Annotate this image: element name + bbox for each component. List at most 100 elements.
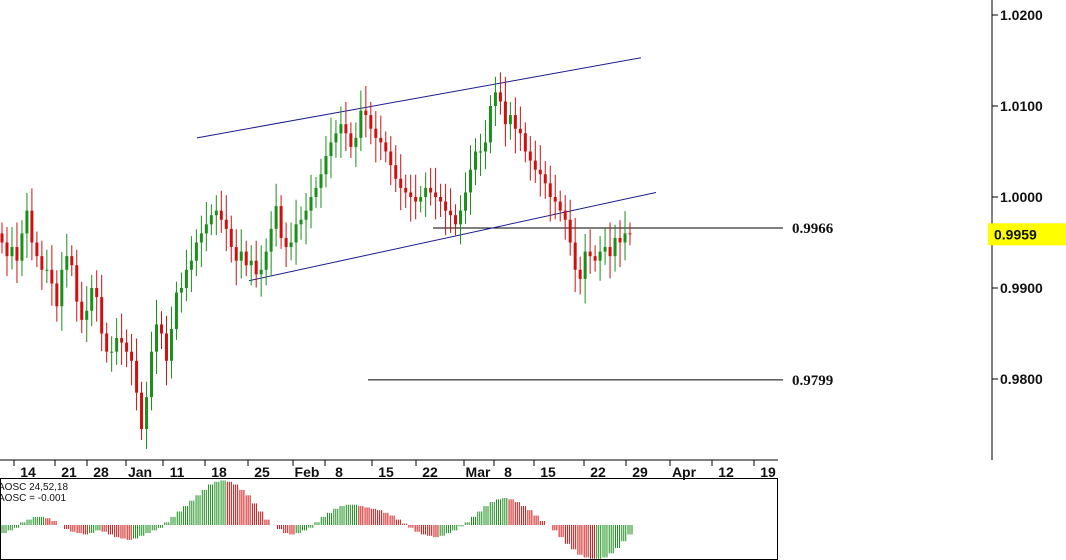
candle-body <box>5 242 9 257</box>
candle-body <box>164 333 168 361</box>
candle-body <box>314 187 318 197</box>
date-tick-label: Apr <box>672 464 697 480</box>
candle-body <box>324 156 328 175</box>
level-label: 0.9799 <box>792 373 833 389</box>
candle-body <box>30 210 34 243</box>
date-tick-label: 29 <box>632 464 648 480</box>
candle-body <box>169 328 173 361</box>
candle-body <box>309 197 313 211</box>
candle-body <box>593 256 597 261</box>
candle-body <box>473 151 477 170</box>
candle-body <box>603 247 607 252</box>
candle-body <box>229 228 233 248</box>
candle-body <box>254 260 258 275</box>
candle-body <box>394 165 398 179</box>
candle-body <box>469 169 473 193</box>
price-tick-label: 0.9800 <box>1000 371 1043 387</box>
candle-body <box>204 224 208 234</box>
candle-body <box>439 197 443 202</box>
candle-body <box>483 142 487 152</box>
candle-body <box>498 92 502 102</box>
candle-body <box>304 210 308 220</box>
candle-body <box>25 210 29 234</box>
candle-body <box>598 251 602 261</box>
candle-body <box>174 292 178 329</box>
candle-body <box>518 128 522 134</box>
oscillator-bars <box>1 480 633 559</box>
candle-body <box>583 251 587 279</box>
candle-body <box>214 210 218 216</box>
date-tick-label: Feb <box>295 464 320 480</box>
candle-body <box>239 251 243 261</box>
candle-body <box>299 219 303 225</box>
channel-upper-line <box>196 57 642 139</box>
candle-body <box>628 233 632 235</box>
date-tick-label: 15 <box>540 464 556 480</box>
candle-body <box>444 201 448 211</box>
candle-body <box>140 392 144 430</box>
candle-body <box>15 247 19 261</box>
date-tick-label: 8 <box>335 464 343 480</box>
oscillator-panel <box>0 478 778 560</box>
candle-body <box>194 242 198 261</box>
candle-body <box>558 201 562 211</box>
date-tick-label: 15 <box>378 464 394 480</box>
price-tick-label: 1.0200 <box>1000 7 1043 23</box>
candle-body <box>55 283 59 307</box>
candle-body <box>578 269 582 279</box>
date-tick-label: 28 <box>93 464 109 480</box>
candle-body <box>189 260 193 270</box>
candle-body <box>45 269 49 271</box>
candle-body <box>329 142 333 157</box>
candle-body <box>588 251 592 257</box>
candle-body <box>264 251 268 270</box>
candle-body <box>90 288 94 311</box>
candle-body <box>359 110 363 138</box>
price-tick-label: 0.9900 <box>1000 280 1043 296</box>
candle-body <box>259 269 263 275</box>
candle-body <box>513 115 517 129</box>
candle-body <box>294 224 298 243</box>
candle-body <box>224 219 228 229</box>
candle-body <box>538 169 542 175</box>
candle-body <box>159 324 163 334</box>
date-tick-label: Mar <box>466 464 491 480</box>
date-tick-label: 19 <box>760 464 776 480</box>
candle-body <box>130 351 134 361</box>
date-tick-label: 8 <box>504 464 512 480</box>
candle-body <box>60 269 64 307</box>
date-tick-label: 11 <box>170 464 185 480</box>
candle-body <box>334 133 338 143</box>
candle-body <box>244 251 248 266</box>
candle-body <box>459 210 463 225</box>
date-tick-label: 22 <box>590 464 606 480</box>
candle-body <box>249 260 253 266</box>
candle-body <box>110 351 114 353</box>
date-tick-label: Jan <box>128 464 152 480</box>
date-tick-label: 21 <box>61 464 77 480</box>
candle-body <box>0 233 4 243</box>
candle-body <box>374 128 378 138</box>
candle-body <box>219 210 223 220</box>
candle-body <box>429 187 433 193</box>
date-tick-label: 22 <box>422 464 438 480</box>
candle-body <box>344 124 348 134</box>
price-tick-label: 1.0000 <box>1000 189 1043 205</box>
candle-body <box>478 151 482 153</box>
candle-body <box>269 228 273 252</box>
date-tick-label: 12 <box>718 464 734 480</box>
current-price-label: 0.9959 <box>994 226 1037 242</box>
candle-body <box>70 256 74 266</box>
candle-body <box>454 215 458 225</box>
candle-body <box>209 215 213 225</box>
candle-body <box>354 137 358 147</box>
candle-body <box>608 247 612 257</box>
candle-body <box>279 206 283 238</box>
price-chart: 0.9966 0.9799 1.0200 1.0100 1.0000 0.9900 0.9… <box>0 0 1066 560</box>
candle-body <box>384 142 388 152</box>
candle-body <box>234 247 238 261</box>
candle-body <box>150 351 154 398</box>
candle-body <box>464 192 468 211</box>
candle-body <box>528 151 532 161</box>
candle-body <box>553 197 557 202</box>
